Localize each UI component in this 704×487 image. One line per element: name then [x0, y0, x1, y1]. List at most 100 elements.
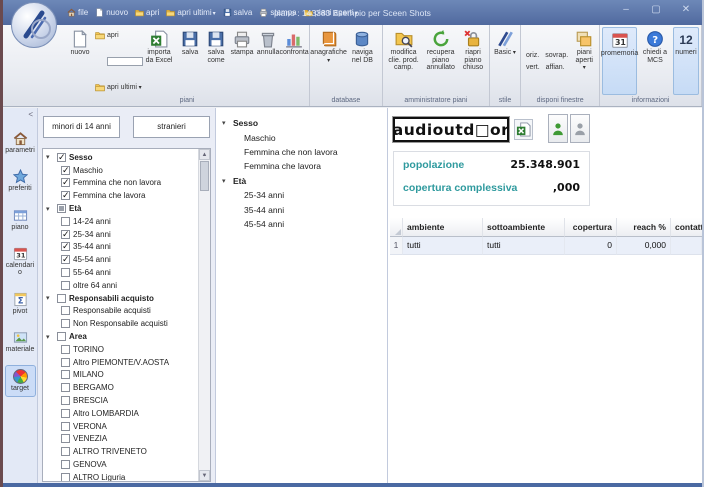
- promemoria-button[interactable]: promemoria: [602, 27, 637, 95]
- menu-salva[interactable]: salva: [223, 8, 253, 17]
- salva-button[interactable]: salva: [177, 27, 203, 95]
- selection-tree-item[interactable]: 35-44 anni: [216, 202, 387, 216]
- confronta-button[interactable]: confronta: [281, 27, 307, 95]
- filter-tree-item[interactable]: Femmina che lavora: [43, 189, 197, 202]
- selection-tree-item[interactable]: 25-34 anni: [216, 188, 387, 202]
- col-sottoambiente[interactable]: sottoambiente: [483, 218, 565, 237]
- sidebar-item-preferiti[interactable]: preferiti: [5, 166, 36, 195]
- checkbox[interactable]: [61, 178, 70, 187]
- filter-tree-item[interactable]: TORINO: [43, 343, 197, 356]
- expander-icon[interactable]: [46, 294, 54, 302]
- piani-aperti-button[interactable]: piani aperti: [571, 27, 597, 95]
- selection-tree-item[interactable]: Età: [216, 174, 387, 188]
- filter-tree-item[interactable]: Altro PIEMONTE/V.AOSTA: [43, 356, 197, 369]
- checkbox[interactable]: [61, 434, 70, 443]
- checkbox[interactable]: [61, 383, 70, 392]
- selection-tree-item[interactable]: Maschio: [216, 130, 387, 144]
- checkbox[interactable]: [57, 294, 66, 303]
- oriz-button[interactable]: oriz.: [526, 52, 539, 59]
- checkbox[interactable]: [57, 153, 66, 162]
- checkbox[interactable]: [61, 217, 70, 226]
- apri-ultimi-button[interactable]: apri ultimi: [95, 82, 139, 92]
- chiedi-a-mcs-button[interactable]: chiedi a MCS: [637, 27, 673, 95]
- selection-tree-item[interactable]: Sesso: [216, 116, 387, 130]
- filter-tree-item[interactable]: oltre 64 anni: [43, 279, 197, 292]
- menu-nuovo[interactable]: nuovo: [95, 8, 128, 17]
- menu-apri-ultimi[interactable]: apri ultimi: [166, 8, 215, 17]
- minimize-button[interactable]: –: [618, 4, 634, 15]
- filter-tree-item[interactable]: Non Responsabile acquisti: [43, 317, 197, 330]
- filter-tree-item[interactable]: Responsabile acquisti: [43, 305, 197, 318]
- selection-tree-item[interactable]: Femmina che non lavora: [216, 145, 387, 159]
- filter-tree-item[interactable]: MILANO: [43, 369, 197, 382]
- filter-tree-scrollbar[interactable]: ▲ ▼: [198, 149, 210, 481]
- checkbox[interactable]: [61, 319, 70, 328]
- checkbox[interactable]: [57, 332, 66, 341]
- sidebar-item-target[interactable]: target: [5, 365, 36, 396]
- annulla-button[interactable]: annulla: [255, 27, 281, 95]
- expander-icon[interactable]: [222, 177, 230, 185]
- col-copertura[interactable]: copertura: [565, 218, 617, 237]
- modifica-clie-button[interactable]: modifica clie. prod. camp.: [385, 27, 423, 95]
- checkbox[interactable]: [61, 409, 70, 418]
- menu-piani-aperti[interactable]: piani aperti: [304, 8, 358, 17]
- filter-tree-item[interactable]: GENOVA: [43, 458, 197, 471]
- table-row[interactable]: 1 tutti tutti 0 0,000: [390, 237, 702, 255]
- filter-tree-item[interactable]: BERGAMO: [43, 381, 197, 394]
- scrollbar-thumb[interactable]: [200, 161, 209, 191]
- recent-plan-combo[interactable]: [107, 57, 143, 66]
- person-active-button[interactable]: [548, 114, 568, 143]
- checkbox[interactable]: [61, 268, 70, 277]
- checkbox[interactable]: [61, 358, 70, 367]
- filter-tree-item[interactable]: Responsabili acquisto: [43, 292, 197, 305]
- checkbox[interactable]: [61, 281, 70, 290]
- naviga-nel-db-button[interactable]: naviga nel DB: [345, 27, 380, 95]
- filter-tree-item[interactable]: 25-34 anni: [43, 228, 197, 241]
- expander-icon[interactable]: [46, 153, 54, 161]
- numeri-button[interactable]: 12numeri: [673, 27, 699, 95]
- filter-tree-item[interactable]: 45-54 anni: [43, 253, 197, 266]
- menu-file[interactable]: file: [67, 8, 88, 17]
- filter-tree-item[interactable]: Femmina che non lavora: [43, 177, 197, 190]
- checkbox[interactable]: [61, 396, 70, 405]
- menu-stampa[interactable]: stampa: [259, 8, 296, 17]
- sidebar-item-calendario[interactable]: calendario: [5, 243, 36, 280]
- expander-icon[interactable]: [222, 119, 230, 127]
- expander-icon[interactable]: [46, 205, 54, 213]
- checkbox[interactable]: [61, 242, 70, 251]
- scroll-up-icon[interactable]: ▲: [199, 149, 210, 160]
- riapri-piano-button[interactable]: riapri piano chiuso: [459, 27, 487, 95]
- sovrap-button[interactable]: sovrap.: [545, 52, 568, 59]
- selection-tree-item[interactable]: Femmina che lavora: [216, 159, 387, 173]
- checkbox[interactable]: [61, 306, 70, 315]
- export-excel-button[interactable]: [514, 119, 533, 140]
- menu-apri[interactable]: apri: [135, 8, 159, 17]
- maximize-button[interactable]: ▢: [648, 4, 664, 15]
- checkbox[interactable]: [61, 447, 70, 456]
- sidebar-item-materiale[interactable]: materiale: [5, 327, 36, 356]
- filter-tree-item[interactable]: 55-64 anni: [43, 266, 197, 279]
- filter-tree-item[interactable]: Maschio: [43, 164, 197, 177]
- col-ambiente[interactable]: ambiente: [403, 218, 483, 237]
- filter-tree-item[interactable]: 14-24 anni: [43, 215, 197, 228]
- checkbox[interactable]: [61, 191, 70, 200]
- filter-tree-item[interactable]: Area: [43, 330, 197, 343]
- filter-tree-item[interactable]: VENEZIA: [43, 433, 197, 446]
- checkbox[interactable]: [61, 370, 70, 379]
- checkbox[interactable]: [61, 166, 70, 175]
- affian-button[interactable]: affian.: [546, 64, 565, 71]
- col-contatti[interactable]: contatti: [671, 218, 704, 237]
- sidebar-item-pivot[interactable]: pivot: [5, 289, 36, 318]
- filter-tree-item[interactable]: Sesso: [43, 151, 197, 164]
- expander-icon[interactable]: [46, 333, 54, 341]
- checkbox[interactable]: [61, 422, 70, 431]
- basic-style-button[interactable]: Basic: [492, 27, 518, 95]
- salva-come-button[interactable]: salva come: [203, 27, 229, 95]
- filter-tree-item[interactable]: VERONA: [43, 420, 197, 433]
- checkbox[interactable]: [61, 255, 70, 264]
- corner-cell[interactable]: [390, 218, 403, 237]
- checkbox[interactable]: [61, 473, 70, 482]
- filter-tree-item[interactable]: BRESCIA: [43, 394, 197, 407]
- scroll-down-icon[interactable]: ▼: [199, 470, 210, 481]
- collapse-rail-button[interactable]: <: [28, 110, 33, 119]
